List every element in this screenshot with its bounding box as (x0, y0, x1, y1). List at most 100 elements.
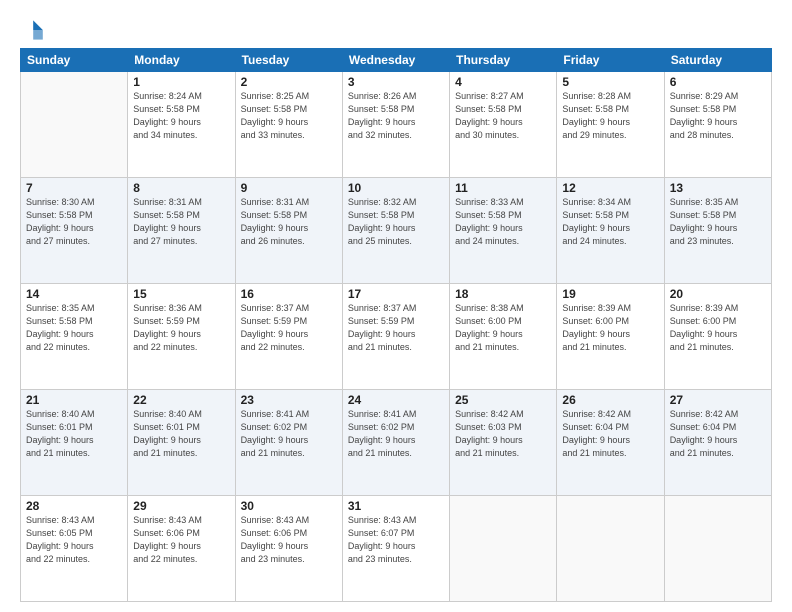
week-row-4: 21Sunrise: 8:40 AM Sunset: 6:01 PM Dayli… (21, 390, 772, 496)
day-number: 23 (241, 393, 337, 407)
day-number: 21 (26, 393, 122, 407)
calendar-cell: 31Sunrise: 8:43 AM Sunset: 6:07 PM Dayli… (342, 496, 449, 602)
day-info: Sunrise: 8:42 AM Sunset: 6:03 PM Dayligh… (455, 408, 551, 460)
day-number: 24 (348, 393, 444, 407)
day-number: 15 (133, 287, 229, 301)
calendar-cell: 6Sunrise: 8:29 AM Sunset: 5:58 PM Daylig… (664, 72, 771, 178)
day-number: 19 (562, 287, 658, 301)
day-info: Sunrise: 8:32 AM Sunset: 5:58 PM Dayligh… (348, 196, 444, 248)
day-number: 14 (26, 287, 122, 301)
col-header-saturday: Saturday (664, 49, 771, 72)
logo-icon (20, 18, 44, 42)
day-info: Sunrise: 8:33 AM Sunset: 5:58 PM Dayligh… (455, 196, 551, 248)
day-info: Sunrise: 8:43 AM Sunset: 6:06 PM Dayligh… (241, 514, 337, 566)
day-number: 18 (455, 287, 551, 301)
header (20, 18, 772, 42)
day-info: Sunrise: 8:43 AM Sunset: 6:05 PM Dayligh… (26, 514, 122, 566)
day-info: Sunrise: 8:37 AM Sunset: 5:59 PM Dayligh… (241, 302, 337, 354)
day-number: 13 (670, 181, 766, 195)
calendar-cell: 26Sunrise: 8:42 AM Sunset: 6:04 PM Dayli… (557, 390, 664, 496)
day-number: 3 (348, 75, 444, 89)
day-number: 28 (26, 499, 122, 513)
day-number: 17 (348, 287, 444, 301)
calendar-cell: 9Sunrise: 8:31 AM Sunset: 5:58 PM Daylig… (235, 178, 342, 284)
day-info: Sunrise: 8:31 AM Sunset: 5:58 PM Dayligh… (241, 196, 337, 248)
day-info: Sunrise: 8:24 AM Sunset: 5:58 PM Dayligh… (133, 90, 229, 142)
calendar-cell: 3Sunrise: 8:26 AM Sunset: 5:58 PM Daylig… (342, 72, 449, 178)
day-info: Sunrise: 8:39 AM Sunset: 6:00 PM Dayligh… (562, 302, 658, 354)
page: SundayMondayTuesdayWednesdayThursdayFrid… (0, 0, 792, 612)
day-info: Sunrise: 8:25 AM Sunset: 5:58 PM Dayligh… (241, 90, 337, 142)
calendar-cell: 11Sunrise: 8:33 AM Sunset: 5:58 PM Dayli… (450, 178, 557, 284)
col-header-tuesday: Tuesday (235, 49, 342, 72)
day-info: Sunrise: 8:39 AM Sunset: 6:00 PM Dayligh… (670, 302, 766, 354)
calendar-cell: 22Sunrise: 8:40 AM Sunset: 6:01 PM Dayli… (128, 390, 235, 496)
calendar-cell: 23Sunrise: 8:41 AM Sunset: 6:02 PM Dayli… (235, 390, 342, 496)
day-number: 10 (348, 181, 444, 195)
day-info: Sunrise: 8:26 AM Sunset: 5:58 PM Dayligh… (348, 90, 444, 142)
day-info: Sunrise: 8:37 AM Sunset: 5:59 PM Dayligh… (348, 302, 444, 354)
day-number: 8 (133, 181, 229, 195)
week-row-5: 28Sunrise: 8:43 AM Sunset: 6:05 PM Dayli… (21, 496, 772, 602)
week-row-2: 7Sunrise: 8:30 AM Sunset: 5:58 PM Daylig… (21, 178, 772, 284)
day-info: Sunrise: 8:38 AM Sunset: 6:00 PM Dayligh… (455, 302, 551, 354)
day-number: 2 (241, 75, 337, 89)
calendar-cell: 7Sunrise: 8:30 AM Sunset: 5:58 PM Daylig… (21, 178, 128, 284)
calendar-cell: 25Sunrise: 8:42 AM Sunset: 6:03 PM Dayli… (450, 390, 557, 496)
calendar-cell: 28Sunrise: 8:43 AM Sunset: 6:05 PM Dayli… (21, 496, 128, 602)
day-info: Sunrise: 8:41 AM Sunset: 6:02 PM Dayligh… (348, 408, 444, 460)
day-number: 27 (670, 393, 766, 407)
calendar-cell (21, 72, 128, 178)
day-number: 5 (562, 75, 658, 89)
day-info: Sunrise: 8:35 AM Sunset: 5:58 PM Dayligh… (670, 196, 766, 248)
calendar-table: SundayMondayTuesdayWednesdayThursdayFrid… (20, 48, 772, 602)
col-header-wednesday: Wednesday (342, 49, 449, 72)
calendar-cell: 24Sunrise: 8:41 AM Sunset: 6:02 PM Dayli… (342, 390, 449, 496)
day-info: Sunrise: 8:42 AM Sunset: 6:04 PM Dayligh… (562, 408, 658, 460)
day-number: 7 (26, 181, 122, 195)
day-number: 16 (241, 287, 337, 301)
col-header-friday: Friday (557, 49, 664, 72)
day-number: 4 (455, 75, 551, 89)
day-info: Sunrise: 8:42 AM Sunset: 6:04 PM Dayligh… (670, 408, 766, 460)
day-number: 25 (455, 393, 551, 407)
calendar-cell: 10Sunrise: 8:32 AM Sunset: 5:58 PM Dayli… (342, 178, 449, 284)
logo (20, 18, 48, 42)
day-info: Sunrise: 8:43 AM Sunset: 6:07 PM Dayligh… (348, 514, 444, 566)
day-info: Sunrise: 8:31 AM Sunset: 5:58 PM Dayligh… (133, 196, 229, 248)
calendar-cell: 8Sunrise: 8:31 AM Sunset: 5:58 PM Daylig… (128, 178, 235, 284)
calendar-cell: 4Sunrise: 8:27 AM Sunset: 5:58 PM Daylig… (450, 72, 557, 178)
day-number: 1 (133, 75, 229, 89)
day-number: 6 (670, 75, 766, 89)
calendar-cell: 15Sunrise: 8:36 AM Sunset: 5:59 PM Dayli… (128, 284, 235, 390)
calendar-cell: 13Sunrise: 8:35 AM Sunset: 5:58 PM Dayli… (664, 178, 771, 284)
week-row-3: 14Sunrise: 8:35 AM Sunset: 5:58 PM Dayli… (21, 284, 772, 390)
day-info: Sunrise: 8:40 AM Sunset: 6:01 PM Dayligh… (26, 408, 122, 460)
day-number: 9 (241, 181, 337, 195)
header-row: SundayMondayTuesdayWednesdayThursdayFrid… (21, 49, 772, 72)
calendar-cell: 12Sunrise: 8:34 AM Sunset: 5:58 PM Dayli… (557, 178, 664, 284)
day-number: 31 (348, 499, 444, 513)
calendar-cell: 16Sunrise: 8:37 AM Sunset: 5:59 PM Dayli… (235, 284, 342, 390)
calendar-cell: 17Sunrise: 8:37 AM Sunset: 5:59 PM Dayli… (342, 284, 449, 390)
calendar-cell: 5Sunrise: 8:28 AM Sunset: 5:58 PM Daylig… (557, 72, 664, 178)
calendar-cell (450, 496, 557, 602)
day-info: Sunrise: 8:43 AM Sunset: 6:06 PM Dayligh… (133, 514, 229, 566)
calendar-cell: 21Sunrise: 8:40 AM Sunset: 6:01 PM Dayli… (21, 390, 128, 496)
day-number: 29 (133, 499, 229, 513)
day-info: Sunrise: 8:41 AM Sunset: 6:02 PM Dayligh… (241, 408, 337, 460)
calendar-cell: 1Sunrise: 8:24 AM Sunset: 5:58 PM Daylig… (128, 72, 235, 178)
calendar-cell: 14Sunrise: 8:35 AM Sunset: 5:58 PM Dayli… (21, 284, 128, 390)
calendar-cell: 19Sunrise: 8:39 AM Sunset: 6:00 PM Dayli… (557, 284, 664, 390)
day-number: 11 (455, 181, 551, 195)
calendar-cell: 27Sunrise: 8:42 AM Sunset: 6:04 PM Dayli… (664, 390, 771, 496)
day-info: Sunrise: 8:35 AM Sunset: 5:58 PM Dayligh… (26, 302, 122, 354)
day-info: Sunrise: 8:28 AM Sunset: 5:58 PM Dayligh… (562, 90, 658, 142)
calendar-cell: 2Sunrise: 8:25 AM Sunset: 5:58 PM Daylig… (235, 72, 342, 178)
day-info: Sunrise: 8:40 AM Sunset: 6:01 PM Dayligh… (133, 408, 229, 460)
week-row-1: 1Sunrise: 8:24 AM Sunset: 5:58 PM Daylig… (21, 72, 772, 178)
col-header-sunday: Sunday (21, 49, 128, 72)
calendar-cell (664, 496, 771, 602)
col-header-thursday: Thursday (450, 49, 557, 72)
day-number: 22 (133, 393, 229, 407)
